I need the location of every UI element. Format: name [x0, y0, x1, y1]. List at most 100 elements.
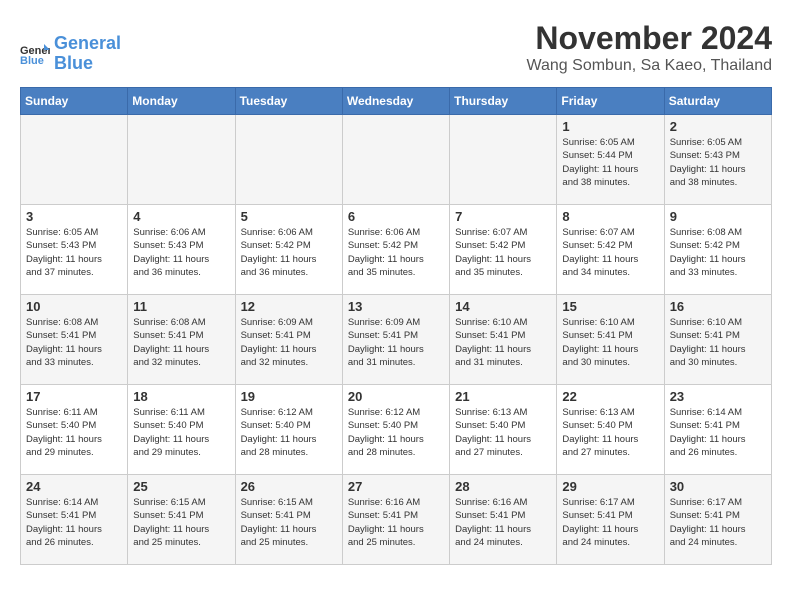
day-number: 28: [455, 479, 551, 494]
day-number: 25: [133, 479, 229, 494]
day-number: 27: [348, 479, 444, 494]
day-info: Sunrise: 6:11 AM Sunset: 5:40 PM Dayligh…: [133, 406, 229, 459]
day-cell: 23 Sunrise: 6:14 AM Sunset: 5:41 PM Dayli…: [664, 385, 771, 475]
day-info: Sunrise: 6:05 AM Sunset: 5:44 PM Dayligh…: [562, 136, 658, 189]
day-info: Sunrise: 6:16 AM Sunset: 5:41 PM Dayligh…: [455, 496, 551, 549]
day-number: 6: [348, 209, 444, 224]
day-cell: 28 Sunrise: 6:16 AM Sunset: 5:41 PM Dayli…: [450, 475, 557, 565]
day-cell: 19Sunrise: 6:12 AM Sunset: 5:40 PM Dayli…: [235, 385, 342, 475]
header-thursday: Thursday: [450, 88, 557, 115]
day-cell: 22Sunrise: 6:13 AM Sunset: 5:40 PM Dayli…: [557, 385, 664, 475]
day-cell: 11 Sunrise: 6:08 AM Sunset: 5:41 PM Dayli…: [128, 295, 235, 385]
calendar-header-row: SundayMondayTuesdayWednesdayThursdayFrid…: [21, 88, 772, 115]
top-bar: General Blue General Blue November 2024 …: [20, 20, 772, 79]
day-info: Sunrise: 6:06 AM Sunset: 5:42 PM Dayligh…: [241, 226, 337, 279]
day-cell: 10Sunrise: 6:08 AM Sunset: 5:41 PM Dayli…: [21, 295, 128, 385]
day-cell: 21 Sunrise: 6:13 AM Sunset: 5:40 PM Dayli…: [450, 385, 557, 475]
day-info: Sunrise: 6:08 AM Sunset: 5:41 PM Dayligh…: [26, 316, 122, 369]
day-number: 26: [241, 479, 337, 494]
day-cell: 18Sunrise: 6:11 AM Sunset: 5:40 PM Dayli…: [128, 385, 235, 475]
day-cell: 7Sunrise: 6:07 AM Sunset: 5:42 PM Daylig…: [450, 205, 557, 295]
day-number: 13: [348, 299, 444, 314]
header-sunday: Sunday: [21, 88, 128, 115]
day-info: Sunrise: 6:10 AM Sunset: 5:41 PM Dayligh…: [670, 316, 766, 369]
week-row-5: 24Sunrise: 6:14 AM Sunset: 5:41 PM Dayli…: [21, 475, 772, 565]
day-info: Sunrise: 6:14 AM Sunset: 5:41 PM Dayligh…: [670, 406, 766, 459]
day-cell: [342, 115, 449, 205]
day-cell: 6 Sunrise: 6:06 AM Sunset: 5:42 PM Daylig…: [342, 205, 449, 295]
day-number: 29: [562, 479, 658, 494]
day-info: Sunrise: 6:13 AM Sunset: 5:40 PM Dayligh…: [455, 406, 551, 459]
day-number: 17: [26, 389, 122, 404]
day-info: Sunrise: 6:10 AM Sunset: 5:41 PM Dayligh…: [562, 316, 658, 369]
month-title: November 2024: [527, 20, 773, 57]
day-number: 16: [670, 299, 766, 314]
day-info: Sunrise: 6:14 AM Sunset: 5:41 PM Dayligh…: [26, 496, 122, 549]
header-monday: Monday: [128, 88, 235, 115]
title-section: November 2024 Wang Sombun, Sa Kaeo, Thai…: [527, 20, 773, 75]
day-info: Sunrise: 6:15 AM Sunset: 5:41 PM Dayligh…: [241, 496, 337, 549]
day-number: 21: [455, 389, 551, 404]
calendar-body: 1 Sunrise: 6:05 AM Sunset: 5:44 PM Daylig…: [21, 115, 772, 565]
day-cell: 12 Sunrise: 6:09 AM Sunset: 5:41 PM Dayli…: [235, 295, 342, 385]
header-saturday: Saturday: [664, 88, 771, 115]
day-number: 8: [562, 209, 658, 224]
day-cell: 25 Sunrise: 6:15 AM Sunset: 5:41 PM Dayli…: [128, 475, 235, 565]
day-cell: 9 Sunrise: 6:08 AM Sunset: 5:42 PM Daylig…: [664, 205, 771, 295]
day-info: Sunrise: 6:08 AM Sunset: 5:41 PM Dayligh…: [133, 316, 229, 369]
day-number: 9: [670, 209, 766, 224]
logo-text: General Blue: [54, 34, 121, 74]
week-row-4: 17 Sunrise: 6:11 AM Sunset: 5:40 PM Dayli…: [21, 385, 772, 475]
day-number: 20: [348, 389, 444, 404]
day-cell: [235, 115, 342, 205]
day-cell: 2Sunrise: 6:05 AM Sunset: 5:43 PM Daylig…: [664, 115, 771, 205]
header-wednesday: Wednesday: [342, 88, 449, 115]
logo-line1: General: [54, 33, 121, 53]
day-number: 22: [562, 389, 658, 404]
day-info: Sunrise: 6:08 AM Sunset: 5:42 PM Dayligh…: [670, 226, 766, 279]
day-info: Sunrise: 6:05 AM Sunset: 5:43 PM Dayligh…: [26, 226, 122, 279]
week-row-2: 3 Sunrise: 6:05 AM Sunset: 5:43 PM Daylig…: [21, 205, 772, 295]
week-row-1: 1 Sunrise: 6:05 AM Sunset: 5:44 PM Daylig…: [21, 115, 772, 205]
day-cell: 24Sunrise: 6:14 AM Sunset: 5:41 PM Dayli…: [21, 475, 128, 565]
day-number: 3: [26, 209, 122, 224]
day-cell: 27 Sunrise: 6:16 AM Sunset: 5:41 PM Dayli…: [342, 475, 449, 565]
day-number: 5: [241, 209, 337, 224]
day-cell: 15Sunrise: 6:10 AM Sunset: 5:41 PM Dayli…: [557, 295, 664, 385]
day-number: 19: [241, 389, 337, 404]
day-cell: [128, 115, 235, 205]
day-info: Sunrise: 6:09 AM Sunset: 5:41 PM Dayligh…: [241, 316, 337, 369]
day-info: Sunrise: 6:15 AM Sunset: 5:41 PM Dayligh…: [133, 496, 229, 549]
day-info: Sunrise: 6:07 AM Sunset: 5:42 PM Dayligh…: [562, 226, 658, 279]
day-info: Sunrise: 6:06 AM Sunset: 5:42 PM Dayligh…: [348, 226, 444, 279]
day-info: Sunrise: 6:12 AM Sunset: 5:40 PM Dayligh…: [348, 406, 444, 459]
day-info: Sunrise: 6:16 AM Sunset: 5:41 PM Dayligh…: [348, 496, 444, 549]
day-cell: 4 Sunrise: 6:06 AM Sunset: 5:43 PM Daylig…: [128, 205, 235, 295]
day-info: Sunrise: 6:10 AM Sunset: 5:41 PM Dayligh…: [455, 316, 551, 369]
day-number: 30: [670, 479, 766, 494]
svg-text:Blue: Blue: [20, 55, 44, 66]
day-cell: 29 Sunrise: 6:17 AM Sunset: 5:41 PM Dayli…: [557, 475, 664, 565]
day-number: 14: [455, 299, 551, 314]
day-info: Sunrise: 6:05 AM Sunset: 5:43 PM Dayligh…: [670, 136, 766, 189]
day-cell: 16 Sunrise: 6:10 AM Sunset: 5:41 PM Dayli…: [664, 295, 771, 385]
day-info: Sunrise: 6:17 AM Sunset: 5:41 PM Dayligh…: [562, 496, 658, 549]
logo-icon: General Blue: [20, 42, 50, 66]
week-row-3: 10Sunrise: 6:08 AM Sunset: 5:41 PM Dayli…: [21, 295, 772, 385]
logo: General Blue General Blue: [20, 34, 121, 74]
day-number: 4: [133, 209, 229, 224]
day-info: Sunrise: 6:06 AM Sunset: 5:43 PM Dayligh…: [133, 226, 229, 279]
day-cell: 8 Sunrise: 6:07 AM Sunset: 5:42 PM Daylig…: [557, 205, 664, 295]
day-cell: 1 Sunrise: 6:05 AM Sunset: 5:44 PM Daylig…: [557, 115, 664, 205]
day-number: 23: [670, 389, 766, 404]
header-friday: Friday: [557, 88, 664, 115]
day-number: 12: [241, 299, 337, 314]
day-cell: [450, 115, 557, 205]
day-number: 1: [562, 119, 658, 134]
day-cell: 20 Sunrise: 6:12 AM Sunset: 5:40 PM Dayli…: [342, 385, 449, 475]
header-tuesday: Tuesday: [235, 88, 342, 115]
day-number: 11: [133, 299, 229, 314]
day-cell: 3 Sunrise: 6:05 AM Sunset: 5:43 PM Daylig…: [21, 205, 128, 295]
day-info: Sunrise: 6:11 AM Sunset: 5:40 PM Dayligh…: [26, 406, 122, 459]
day-info: Sunrise: 6:07 AM Sunset: 5:42 PM Dayligh…: [455, 226, 551, 279]
